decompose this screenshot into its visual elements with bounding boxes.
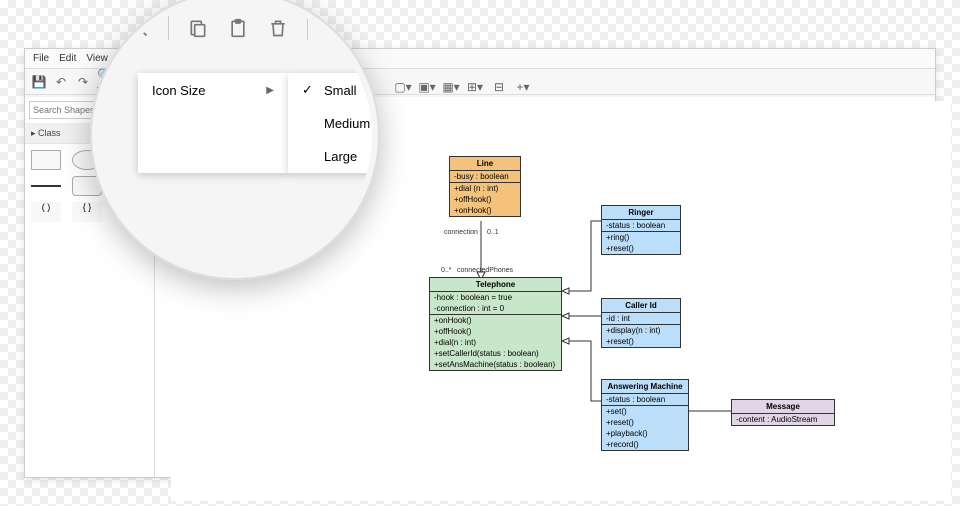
uml-op: +offHook(): [430, 326, 561, 337]
undo-icon[interactable]: ↶: [53, 74, 69, 90]
menu-item-icon-size[interactable]: Icon Size ▶: [138, 73, 288, 108]
uml-op: +setCallerId(status : boolean): [430, 348, 561, 359]
uml-op: +onHook(): [430, 315, 561, 326]
toolbar-divider: [307, 16, 308, 40]
context-menu: Icon Size ▶ ✓ Small Medium Large: [138, 73, 372, 173]
uml-op: +reset(): [602, 336, 680, 347]
copy-icon[interactable]: [187, 17, 209, 39]
magnifier-lens: Icon Size ▶ ✓ Small Medium Large: [90, 0, 380, 280]
submenu-label: Large: [324, 149, 357, 164]
submenu-item-medium[interactable]: Medium: [288, 107, 372, 140]
submenu-item-small[interactable]: ✓ Small: [288, 73, 372, 107]
uml-op: +reset(): [602, 243, 680, 254]
uml-op: +display(n : int): [602, 325, 680, 336]
uml-attr: -status : boolean: [602, 220, 680, 231]
uml-attr: -content : AudioStream: [732, 414, 834, 425]
menu-view[interactable]: View: [86, 53, 108, 64]
uml-class-callerid[interactable]: Caller Id -id : int +display(n : int) +r…: [601, 298, 681, 348]
submenu-label: Medium: [324, 116, 370, 131]
align-icon[interactable]: ⊞▾: [467, 79, 483, 95]
uml-op: +dial(n : int): [430, 337, 561, 348]
uml-title: Message: [732, 400, 834, 414]
delete-icon[interactable]: [267, 17, 289, 39]
uml-op: +offHook(): [450, 194, 520, 205]
submenu-sizes: ✓ Small Medium Large: [288, 73, 372, 173]
shape-item[interactable]: [31, 150, 61, 170]
uml-title: Telephone: [430, 278, 561, 292]
uml-op: +record(): [602, 439, 688, 450]
uml-title: Line: [450, 157, 520, 171]
uml-op: +reset(): [602, 417, 688, 428]
uml-class-ringer[interactable]: Ringer -status : boolean +ring() +reset(…: [601, 205, 681, 255]
shape-item[interactable]: ( ): [31, 202, 61, 222]
uml-title: Ringer: [602, 206, 680, 220]
chevron-right-icon: ▶: [266, 85, 274, 96]
submenu-item-large[interactable]: Large: [288, 140, 372, 173]
menu-file[interactable]: File: [33, 53, 49, 64]
uml-class-line[interactable]: Line -busy : boolean +dial (n : int) +of…: [449, 156, 521, 217]
menu-icon-size: Icon Size ▶: [138, 73, 288, 173]
menu-label: Icon Size: [152, 83, 205, 98]
conn-label-connection: connection: [444, 229, 478, 236]
distribute-icon[interactable]: ⊟: [491, 79, 507, 95]
uml-op: +setAnsMachine(status : boolean): [430, 359, 561, 370]
group-icon[interactable]: ▦▾: [443, 79, 459, 95]
menu-edit[interactable]: Edit: [59, 53, 76, 64]
paste-icon[interactable]: [227, 17, 249, 39]
uml-op: +ring(): [602, 232, 680, 243]
toolbar-divider: [168, 16, 169, 40]
uml-op: +playback(): [602, 428, 688, 439]
shape-item[interactable]: [31, 185, 61, 187]
add-icon[interactable]: +▾: [515, 79, 531, 95]
conn-mult-0star: 0..*: [441, 267, 452, 274]
bring-front-icon[interactable]: ▣▾: [419, 79, 435, 95]
secondary-toolbar: ▢▾ ▣▾ ▦▾ ⊞▾ ⊟ +▾: [395, 77, 531, 97]
uml-attr: -id : int: [602, 313, 680, 324]
check-icon: ✓: [302, 82, 316, 98]
uml-attr: -hook : boolean = true: [430, 292, 561, 303]
uml-op: +onHook(): [450, 205, 520, 216]
uml-title: Answering Machine: [602, 380, 688, 394]
uml-class-answering[interactable]: Answering Machine -status : boolean +set…: [601, 379, 689, 451]
send-back-icon[interactable]: ▢▾: [395, 79, 411, 95]
conn-mult-01: 0..1: [487, 229, 499, 236]
save-icon[interactable]: 💾: [31, 74, 47, 90]
uml-attr: -busy : boolean: [450, 171, 520, 182]
shape-item[interactable]: { }: [72, 202, 102, 222]
uml-attr: -connection : int = 0: [430, 303, 561, 314]
uml-class-telephone[interactable]: Telephone -hook : boolean = true -connec…: [429, 277, 562, 371]
uml-class-message[interactable]: Message -content : AudioStream: [731, 399, 835, 426]
submenu-label: Small: [324, 83, 357, 98]
uml-title: Caller Id: [602, 299, 680, 313]
redo-icon[interactable]: ↷: [75, 74, 91, 90]
uml-attr: -status : boolean: [602, 394, 688, 405]
uml-op: +dial (n : int): [450, 183, 520, 194]
conn-label-connected: connectedPhones: [457, 267, 513, 274]
uml-op: +set(): [602, 406, 688, 417]
